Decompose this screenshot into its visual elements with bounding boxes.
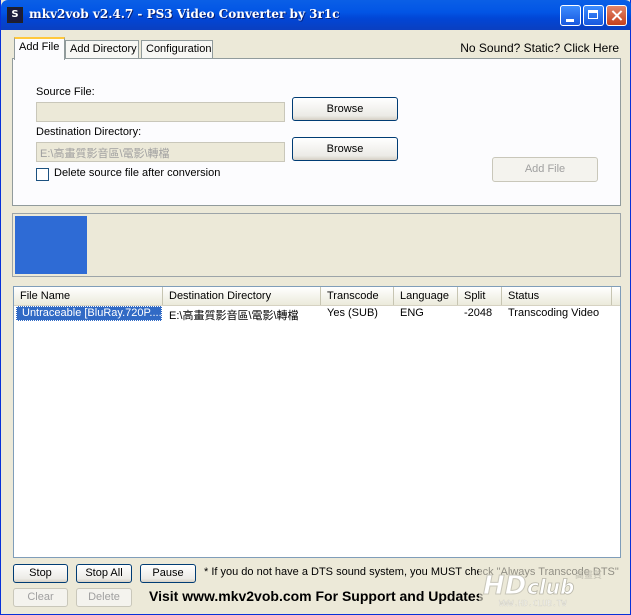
delete-source-checkbox[interactable] (36, 168, 49, 181)
destination-directory-field[interactable]: E:\高畫質影音區\電影\轉檔 (36, 142, 285, 162)
column-header-destination[interactable]: Destination Directory (163, 287, 321, 305)
minimize-button[interactable] (560, 5, 581, 26)
cell-split: -2048 (464, 307, 493, 319)
cell-status: Transcoding Video (508, 307, 600, 319)
app-icon[interactable] (7, 7, 23, 23)
column-header-language[interactable]: Language (394, 287, 458, 305)
add-file-panel: Source File: Browse Destination Director… (12, 58, 621, 206)
cell-language: ENG (400, 307, 424, 319)
hdclub-watermark-logo: HD club 高畫質 WWW.HD.CLUB.TW (479, 566, 619, 612)
window-title: mkv2vob v2.4.7 - PS3 Video Converter by … (29, 7, 340, 21)
source-file-label: Source File: (36, 86, 95, 98)
clear-button[interactable]: Clear (13, 588, 68, 607)
delete-source-label: Delete source file after conversion (54, 167, 221, 179)
watermark-hd-text: HD (483, 571, 526, 601)
add-file-button[interactable]: Add File (492, 157, 598, 182)
column-header-transcode[interactable]: Transcode (321, 287, 394, 305)
close-button[interactable] (606, 5, 627, 26)
progress-fill (15, 216, 87, 274)
visit-website-text[interactable]: Visit www.mkv2vob.com For Support and Up… (149, 588, 484, 604)
list-header: File Name Destination Directory Transcod… (14, 287, 620, 306)
no-sound-help-link[interactable]: No Sound? Static? Click Here (460, 41, 619, 55)
watermark-chinese-text: 高畫質 (575, 569, 602, 581)
maximize-button[interactable] (583, 5, 604, 26)
cell-destination: E:\高畫質影音區\電影\轉檔 (169, 310, 299, 321)
stop-button[interactable]: Stop (13, 564, 68, 583)
source-file-field[interactable] (36, 102, 285, 122)
cell-file-name[interactable]: Untraceable [BluRay.720P.... (16, 306, 162, 321)
column-header-file-name[interactable]: File Name (14, 287, 163, 305)
watermark-club-text: club (527, 575, 574, 599)
tab-add-file[interactable]: Add File (14, 37, 65, 60)
tab-add-directory[interactable]: Add Directory (65, 40, 139, 58)
tab-configuration[interactable]: Configuration (141, 40, 213, 58)
pause-button[interactable]: Pause (140, 564, 196, 583)
column-header-split[interactable]: Split (458, 287, 502, 305)
source-browse-button[interactable]: Browse (292, 97, 398, 121)
title-bar[interactable]: mkv2vob v2.4.7 - PS3 Video Converter by … (1, 0, 631, 30)
conversion-queue-list[interactable]: File Name Destination Directory Transcod… (13, 286, 621, 558)
destination-browse-button[interactable]: Browse (292, 137, 398, 161)
column-header-status[interactable]: Status (502, 287, 612, 305)
destination-directory-label: Destination Directory: (36, 126, 142, 138)
watermark-url-text: WWW.HD.CLUB.TW (499, 599, 567, 608)
app-window: mkv2vob v2.4.7 - PS3 Video Converter by … (0, 0, 631, 615)
stop-all-button[interactable]: Stop All (76, 564, 132, 583)
cell-transcode: Yes (SUB) (327, 307, 378, 319)
conversion-progress (12, 213, 621, 277)
delete-button[interactable]: Delete (76, 588, 132, 607)
